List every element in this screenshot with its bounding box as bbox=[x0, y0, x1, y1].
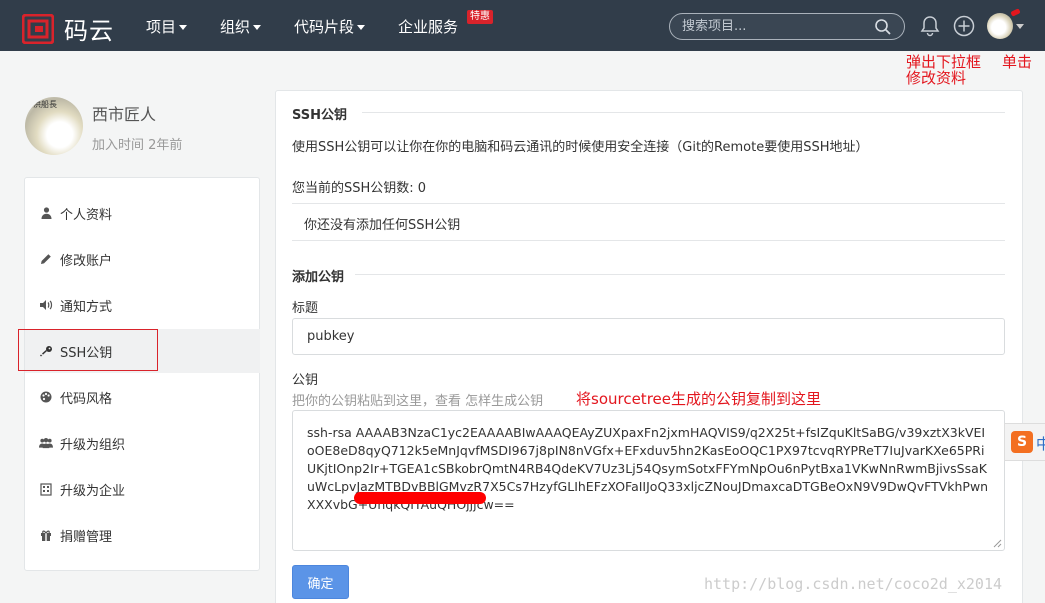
annotation-highlight-box bbox=[18, 329, 158, 371]
sidebar-item-label: 个人资料 bbox=[60, 207, 113, 223]
sidebar-item-label: 通知方式 bbox=[60, 299, 113, 315]
empty-keys-message: 你还没有添加任何SSH公钥 bbox=[304, 218, 461, 233]
sidebar-item-label: 修改账户 bbox=[60, 253, 113, 269]
list-divider bbox=[292, 240, 1005, 241]
sidebar-item-label: 升级为企业 bbox=[60, 483, 126, 499]
avatar-text: 洪船長 bbox=[33, 100, 57, 109]
annotation-line: 弹出下拉框 bbox=[906, 53, 982, 71]
sidebar-item-profile[interactable]: 个人资料 bbox=[25, 191, 260, 235]
brand-logo[interactable]: 码云 bbox=[22, 11, 114, 46]
nav-enterprise-label: 企业服务 bbox=[398, 18, 459, 36]
section-divider bbox=[362, 112, 1005, 113]
nav-orgs[interactable]: 组织 bbox=[220, 16, 262, 37]
search-box[interactable] bbox=[669, 13, 905, 40]
key-field-label: 公钥 bbox=[292, 373, 319, 388]
group-icon bbox=[39, 437, 53, 449]
nav-snippets-label: 代码片段 bbox=[294, 18, 355, 36]
key-title-input[interactable] bbox=[293, 319, 1004, 354]
main-nav: 项目 组织 代码片段 企业服务 特惠 bbox=[146, 10, 494, 37]
user-icon bbox=[39, 207, 53, 219]
palette-icon bbox=[39, 391, 53, 403]
annotation-line: 修改资料 bbox=[906, 69, 967, 87]
sogou-ime-icon[interactable]: S bbox=[1011, 431, 1033, 453]
watermark: http://blog.csdn.net/coco2d_x2014 bbox=[704, 575, 1003, 593]
ssh-description: 使用SSH公钥可以让你在你的电脑和码云通讯的时候使用安全连接（Git的Remot… bbox=[292, 140, 869, 155]
search-icon[interactable] bbox=[874, 18, 892, 36]
profile-name[interactable]: 西市匠人 bbox=[92, 101, 156, 125]
ssh-key-count: 您当前的SSH公钥数: 0 bbox=[292, 181, 427, 196]
nav-snippets[interactable]: 代码片段 bbox=[294, 16, 366, 37]
section-divider bbox=[355, 274, 1005, 275]
profile-joined: 加入时间 2年前 bbox=[92, 138, 183, 153]
public-key-textarea[interactable]: ssh-rsa AAAAB3NzaC1yc2EAAAABIwAAAQEAyZUX… bbox=[292, 410, 1005, 551]
sidebar-item-label: 升级为组织 bbox=[60, 437, 126, 453]
chevron-down-icon[interactable] bbox=[1016, 24, 1024, 29]
gift-icon bbox=[39, 529, 53, 541]
building-icon bbox=[39, 482, 53, 496]
title-field-label: 标题 bbox=[292, 301, 319, 316]
bell-icon[interactable] bbox=[920, 15, 940, 37]
sidebar-item-upgrade-org[interactable]: 升级为组织 bbox=[25, 421, 260, 465]
annotation-paste-note: 将sourcetree生成的公钥复制到这里 bbox=[576, 390, 821, 408]
chevron-down-icon bbox=[357, 25, 366, 30]
add-circle-icon[interactable] bbox=[953, 15, 975, 37]
top-navbar: 码云 项目 组织 代码片段 企业服务 特惠 bbox=[0, 0, 1045, 51]
ssh-section-title: SSH公钥 bbox=[292, 108, 348, 123]
list-divider bbox=[292, 203, 1005, 204]
pencil-icon bbox=[39, 253, 53, 265]
user-avatar-menu[interactable] bbox=[987, 13, 1013, 39]
avatar[interactable]: 洪船長 bbox=[25, 97, 83, 155]
annotation-mark bbox=[1010, 8, 1021, 17]
confirm-button[interactable]: 确定 bbox=[292, 565, 349, 599]
brand-name: 码云 bbox=[64, 17, 114, 45]
promo-badge: 特惠 bbox=[467, 10, 494, 24]
resize-handle-icon[interactable] bbox=[993, 539, 1002, 548]
sidebar-item-label: 捐赠管理 bbox=[60, 529, 113, 545]
nav-enterprise[interactable]: 企业服务 特惠 bbox=[398, 10, 494, 37]
ime-mode[interactable]: 中 bbox=[1036, 433, 1045, 454]
annotation-click-note: 单击 bbox=[1002, 53, 1033, 71]
sidebar-item-label: 代码风格 bbox=[60, 391, 113, 407]
settings-sidebar: 个人资料 修改账户 通知方式 SSH公钥 代码风格 升级为组织 升级为企业 捐赠… bbox=[24, 177, 260, 571]
gitee-logo-icon bbox=[22, 13, 54, 44]
sidebar-item-code-style[interactable]: 代码风格 bbox=[25, 375, 260, 419]
speaker-icon bbox=[39, 299, 53, 311]
sidebar-item-upgrade-enterprise[interactable]: 升级为企业 bbox=[25, 467, 260, 511]
ime-toolbar[interactable]: S 中 bbox=[1004, 423, 1045, 461]
sidebar-item-donations[interactable]: 捐赠管理 bbox=[25, 513, 260, 557]
nav-projects-label: 项目 bbox=[146, 18, 177, 36]
key-field-hint[interactable]: 把你的公钥粘贴到这里，查看 怎样生成公钥 bbox=[292, 390, 543, 409]
nav-projects[interactable]: 项目 bbox=[146, 16, 188, 37]
redaction-mark bbox=[354, 492, 486, 504]
sidebar-item-account[interactable]: 修改账户 bbox=[25, 237, 260, 281]
sidebar-item-notifications[interactable]: 通知方式 bbox=[25, 283, 260, 327]
key-title-field[interactable] bbox=[292, 318, 1005, 355]
annotation-popup-note: 弹出下拉框 修改资料 bbox=[906, 54, 981, 86]
search-input[interactable] bbox=[682, 14, 862, 39]
chevron-down-icon bbox=[253, 25, 262, 30]
chevron-down-icon bbox=[179, 25, 188, 30]
nav-orgs-label: 组织 bbox=[220, 18, 251, 36]
add-key-section-title: 添加公钥 bbox=[292, 270, 345, 285]
